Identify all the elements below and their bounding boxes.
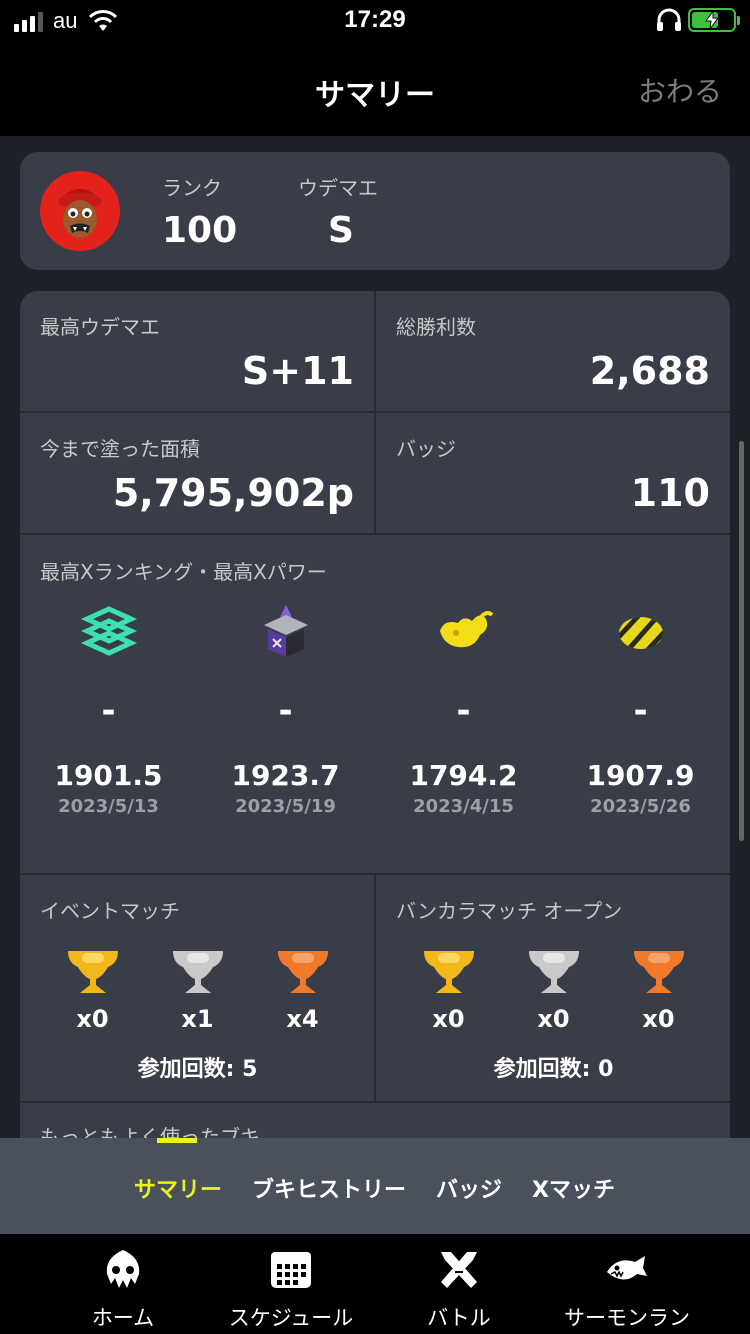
- salmon-fish-icon: [607, 1256, 647, 1280]
- udemae-value: S: [328, 210, 354, 251]
- turf-inked-cell: 今まで塗った面積 5,795,902p: [20, 413, 374, 533]
- nav-home[interactable]: ホーム: [38, 1248, 208, 1332]
- bankara-gold-count: x0: [432, 1005, 465, 1033]
- event-silver-count: x1: [181, 1005, 214, 1033]
- nav-schedule[interactable]: スケジュール: [206, 1248, 376, 1332]
- summary-content[interactable]: ランク 100 ウデマエ S 最高ウデマエ S+11 総勝利数 2,688 今ま…: [0, 136, 750, 1138]
- gold-trophy-icon: [423, 951, 474, 993]
- avatar: [40, 171, 120, 251]
- xpower-rainmaker: 1794.2: [409, 759, 518, 792]
- splat-zones-icon: [80, 606, 137, 656]
- bottom-nav: ホーム スケジュール バトル サーモンラン: [0, 1234, 750, 1334]
- badges-cell: バッジ 110: [376, 413, 730, 533]
- close-button[interactable]: おわる: [638, 70, 722, 110]
- bronze-trophy-icon: [277, 951, 328, 993]
- silver-trophy-icon: [528, 951, 579, 993]
- xrank-tower-control: -: [278, 691, 293, 731]
- xdate-splat-zones: 2023/5/13: [58, 796, 159, 817]
- clam-blitz-icon: [618, 617, 663, 649]
- max-udemae-value: S+11: [241, 349, 354, 393]
- tab-xmatch[interactable]: Xマッチ: [532, 1172, 615, 1204]
- xpower-splat-zones: 1901.5: [54, 759, 163, 792]
- nav-battle-label: バトル: [427, 1306, 491, 1330]
- xmode-rainmaker: - 1794.2 2023/4/15: [375, 601, 552, 817]
- tab-weapon-history[interactable]: ブキヒストリー: [252, 1172, 406, 1204]
- stats-card: 最高ウデマエ S+11 総勝利数 2,688 今まで塗った面積 5,795,90…: [20, 291, 730, 1138]
- nav-home-label: ホーム: [91, 1306, 155, 1330]
- xrank-splat-zones: -: [101, 691, 116, 731]
- battery-icon: [688, 8, 740, 32]
- most-used-weapon-label: もっともよく使ったブキ: [40, 1125, 260, 1138]
- tower-control-icon: [263, 605, 308, 657]
- max-udemae-label: 最高ウデマエ: [40, 315, 160, 339]
- udemae-label: ウデマエ: [298, 176, 378, 200]
- event-bronze-count: x4: [286, 1005, 319, 1033]
- bronze-trophy: x0: [606, 943, 711, 1033]
- gold-trophy: x0: [40, 943, 145, 1033]
- active-tab-indicator: [157, 1138, 197, 1143]
- event-match-trophies: x0 x1 x4: [40, 943, 355, 1033]
- event-match-label: イベントマッチ: [40, 899, 180, 923]
- xdate-tower-control: 2023/5/19: [235, 796, 336, 817]
- clock: 17:29: [344, 6, 406, 33]
- bronze-trophy-icon: [633, 951, 684, 993]
- nav-salmon-run-label: サーモンラン: [564, 1306, 690, 1330]
- xpower-tower-control: 1923.7: [231, 759, 340, 792]
- xrank-rainmaker: -: [456, 691, 471, 731]
- rainmaker-icon: [439, 611, 493, 648]
- bankara-open-label: バンカラマッチ オープン: [396, 899, 623, 923]
- xpower-clam-blitz: 1907.9: [586, 759, 695, 792]
- total-wins-cell: 総勝利数 2,688: [376, 291, 730, 411]
- bronze-trophy: x4: [250, 943, 355, 1033]
- xrank-clam-blitz: -: [633, 691, 648, 731]
- scrollbar[interactable]: [739, 441, 744, 841]
- xmode-tower-control: - 1923.7 2023/5/19: [197, 601, 374, 817]
- badges-label: バッジ: [396, 437, 456, 461]
- headphones-icon: [657, 8, 681, 31]
- event-participation: 参加回数: 5: [137, 1057, 258, 1082]
- nav-schedule-label: スケジュール: [228, 1306, 354, 1330]
- bankara-participation: 参加回数: 0: [493, 1057, 614, 1082]
- gold-trophy-icon: [67, 951, 118, 993]
- crossed-weapons-icon: [441, 1252, 477, 1288]
- header: サマリー おわる: [0, 44, 750, 136]
- event-gold-count: x0: [76, 1005, 109, 1033]
- rank-label: ランク: [162, 176, 222, 200]
- bankara-silver-count: x0: [537, 1005, 570, 1033]
- tab-summary[interactable]: サマリー: [134, 1172, 222, 1204]
- gold-trophy: x0: [396, 943, 501, 1033]
- nav-salmon-run[interactable]: サーモンラン: [542, 1248, 712, 1332]
- calendar-icon: [271, 1252, 311, 1288]
- rank-value: 100: [162, 210, 238, 251]
- turf-inked-label: 今まで塗った面積: [40, 437, 200, 461]
- tab-badges[interactable]: バッジ: [436, 1172, 502, 1204]
- xranking-title: 最高Xランキング・最高Xパワー: [40, 560, 327, 584]
- bankara-bronze-count: x0: [642, 1005, 675, 1033]
- silver-trophy: x1: [145, 943, 250, 1033]
- status-bar: au 17:29: [0, 0, 750, 44]
- turf-inked-value: 5,795,902p: [112, 471, 354, 515]
- xdate-clam-blitz: 2023/5/26: [590, 796, 691, 817]
- xmode-clam-blitz: - 1907.9 2023/5/26: [552, 601, 729, 817]
- nav-battle[interactable]: バトル: [374, 1248, 544, 1332]
- silver-trophy-icon: [172, 951, 223, 993]
- total-wins-label: 総勝利数: [396, 315, 476, 339]
- xdate-rainmaker: 2023/4/15: [413, 796, 514, 817]
- xmode-splat-zones: - 1901.5 2023/5/13: [20, 601, 197, 817]
- max-udemae-cell: 最高ウデマエ S+11: [20, 291, 374, 411]
- silver-trophy: x0: [501, 943, 606, 1033]
- squid-home-icon: [106, 1250, 140, 1288]
- summary-tabs: サマリー ブキヒストリー バッジ Xマッチ: [0, 1138, 750, 1234]
- total-wins-value: 2,688: [589, 349, 710, 393]
- badges-value: 110: [630, 471, 710, 515]
- profile-card: ランク 100 ウデマエ S: [20, 152, 730, 270]
- bankara-open-trophies: x0 x0 x0: [396, 943, 711, 1033]
